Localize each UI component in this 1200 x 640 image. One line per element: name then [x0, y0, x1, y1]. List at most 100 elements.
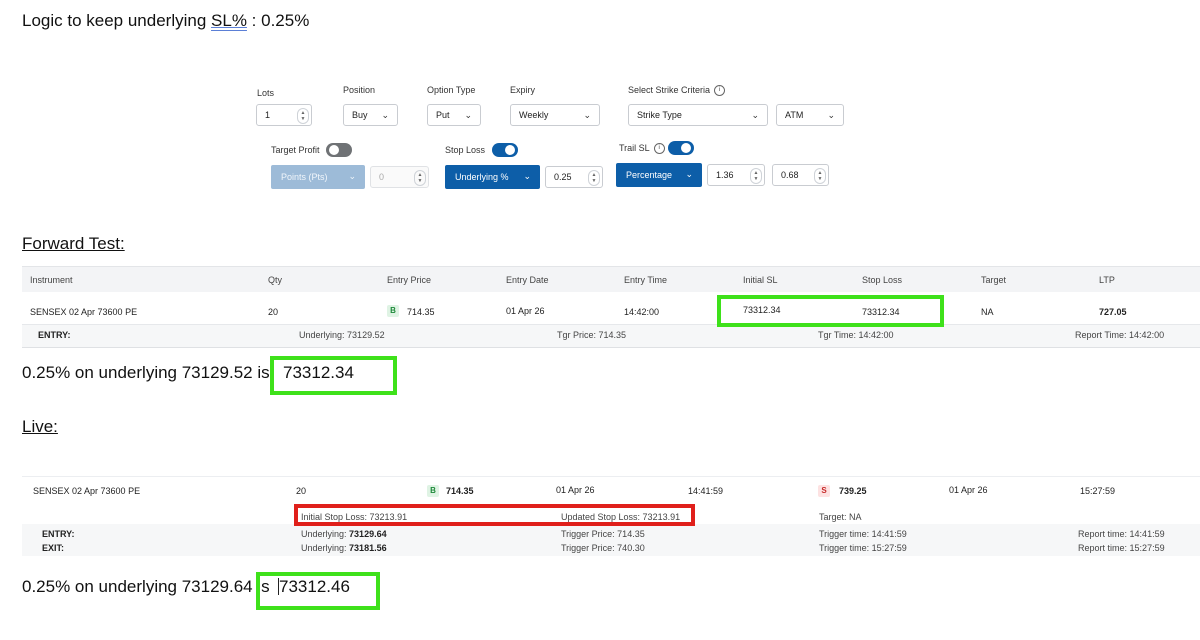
report-time-label: Report time:: [1078, 543, 1128, 553]
target-profit-mode-select[interactable]: Points (Pts) ⌄: [271, 165, 365, 189]
trail-sl-toggle[interactable]: [668, 141, 694, 155]
stop-loss-toggle[interactable]: [492, 143, 518, 157]
trail-value2-input[interactable]: 0.68 ▲ ▼: [772, 164, 829, 186]
target-profit-stepper-icon[interactable]: ▲ ▼: [414, 170, 426, 186]
buy-badge: B: [387, 305, 399, 317]
buy-badge: B: [427, 485, 439, 497]
trail-mode-select[interactable]: Percentage ⌄: [616, 163, 702, 187]
live-exit-report-time: Report time: 15:27:59: [1078, 543, 1165, 553]
underlying-label: Underlying:: [301, 543, 347, 553]
tgr-time-label: Tgr Time:: [818, 330, 857, 340]
live-entry-label: ENTRY:: [42, 529, 75, 539]
live-entry-price-cell: 714.35: [446, 486, 474, 496]
chevron-down-icon: ⌄: [751, 110, 759, 120]
report-time-value: 14:42:00: [1129, 330, 1165, 340]
live-heading: Live:: [22, 417, 58, 436]
info-icon[interactable]: i: [653, 143, 665, 155]
expiry-select[interactable]: Weekly ⌄: [510, 104, 600, 126]
header-ltp: LTP: [1099, 275, 1115, 285]
position-select[interactable]: Buy ⌄: [343, 104, 398, 126]
header-entry-price: Entry Price: [387, 275, 432, 285]
report-time-value: 14:41:59: [1129, 529, 1165, 539]
trail-value2-stepper-icon[interactable]: ▲ ▼: [814, 168, 826, 184]
underlying-value: 73181.56: [349, 543, 387, 553]
sl-highlight-box: [717, 295, 944, 327]
title-text: Logic to keep underlying: [22, 11, 212, 30]
chevron-down-icon: ⌄: [523, 171, 531, 181]
live-exit-price-cell: 739.25: [839, 486, 867, 496]
position-value: Buy: [352, 110, 368, 120]
trail-value1: 1.36: [716, 170, 734, 180]
target-profit-input[interactable]: 0 ▲ ▼: [370, 166, 429, 188]
note-live-value: 73312.46: [279, 577, 350, 596]
strike-select[interactable]: ATM ⌄: [776, 104, 844, 126]
target-profit-toggle[interactable]: [326, 143, 352, 157]
live-exit-trigger-price: Trigger Price: 740.30: [561, 543, 645, 553]
option-type-value: Put: [436, 110, 450, 120]
entry-tgr-price: Tgr Price: 714.35: [557, 330, 626, 340]
stop-loss-value: 0.25: [554, 172, 572, 182]
chevron-down-icon: ⌄: [685, 169, 693, 179]
entry-underlying: Underlying: 73129.52: [299, 330, 385, 340]
note-forward: 0.25% on underlying 73129.52 is: [22, 363, 270, 382]
instrument-cell: SENSEX 02 Apr 73600 PE: [30, 307, 138, 317]
stop-loss-label: Stop Loss: [445, 145, 486, 155]
title-underlined-text: SL%: [211, 11, 247, 30]
lots-stepper-icon[interactable]: ▲ ▼: [297, 108, 309, 124]
target-profit-label: Target Profit: [271, 145, 320, 155]
strike-type-select[interactable]: Strike Type ⌄: [628, 104, 768, 126]
entry-time-cell: 14:42:00: [624, 307, 660, 317]
stop-loss-mode-select[interactable]: Underlying % ⌄: [445, 165, 540, 189]
strike-criteria-label: Select Strike Criteria i: [628, 85, 726, 97]
underlying-label: Underlying:: [301, 529, 347, 539]
table-row[interactable]: [22, 292, 1200, 324]
live-instrument-cell: SENSEX 02 Apr 73600 PE: [33, 486, 141, 496]
live-entry-trigger-time: Trigger time: 14:41:59: [819, 529, 907, 539]
lots-input[interactable]: 1 ▲ ▼: [256, 104, 312, 126]
live-exit-label: EXIT:: [42, 543, 65, 553]
target-profit-mode-value: Points (Pts): [281, 172, 328, 182]
live-entry-trigger-price: Trigger Price: 714.35: [561, 529, 645, 539]
info-icon[interactable]: i: [714, 85, 726, 97]
report-time-label: Report time:: [1078, 529, 1128, 539]
expiry-value: Weekly: [519, 110, 549, 120]
chevron-down-icon: ⌄: [381, 110, 389, 120]
trail-value1-input[interactable]: 1.36 ▲ ▼: [707, 164, 765, 186]
toggle-knob: [329, 145, 339, 155]
expiry-label: Expiry: [510, 85, 536, 95]
note-forward-value: 73312.34: [283, 363, 354, 382]
tgr-price-label: Tgr Price:: [557, 330, 597, 340]
trail-mode-value: Percentage: [626, 170, 673, 180]
stop-loss-mode-value: Underlying %: [455, 172, 509, 182]
strike-type-value: Strike Type: [637, 110, 682, 120]
live-entry-report-time: Report time: 14:41:59: [1078, 529, 1165, 539]
trail-sl-label: Trail SL i: [619, 143, 665, 155]
document-title: Logic to keep underlying SL% : 0.25%: [22, 11, 309, 31]
forward-test-heading: Forward Test:: [22, 234, 125, 253]
live-exit-date-cell: 01 Apr 26: [949, 485, 988, 495]
trail-value1-stepper-icon[interactable]: ▲ ▼: [750, 168, 762, 184]
target-cell: NA: [981, 307, 994, 317]
ltp-cell: 727.05: [1099, 307, 1127, 317]
entry-date-cell: 01 Apr 26: [506, 306, 545, 316]
entry-price-cell: 714.35: [407, 307, 435, 317]
forward-table-header: [22, 266, 1200, 293]
stop-loss-stepper-icon[interactable]: ▲ ▼: [588, 170, 600, 186]
toggle-knob: [681, 143, 691, 153]
live-exit-time-cell: 15:27:59: [1080, 486, 1116, 496]
lots-value: 1: [265, 110, 271, 120]
live-entry-underlying: Underlying: 73129.64: [301, 529, 387, 539]
header-entry-time: Entry Time: [624, 275, 668, 285]
entry-tgr-time: Tgr Time: 14:42:00: [818, 330, 894, 340]
sl-red-highlight-box: [294, 504, 695, 526]
entry-label: ENTRY:: [38, 330, 71, 340]
header-entry-date: Entry Date: [506, 275, 549, 285]
live-target: Target: NA: [819, 512, 862, 522]
trail-value2: 0.68: [781, 170, 799, 180]
tgr-price-value: 714.35: [598, 330, 627, 340]
tgr-time-value: 14:42:00: [858, 330, 894, 340]
underlying-value: 73129.52: [347, 330, 385, 340]
underlying-label: Underlying:: [299, 330, 345, 340]
option-type-select[interactable]: Put ⌄: [427, 104, 481, 126]
stop-loss-input[interactable]: 0.25 ▲ ▼: [545, 166, 603, 188]
